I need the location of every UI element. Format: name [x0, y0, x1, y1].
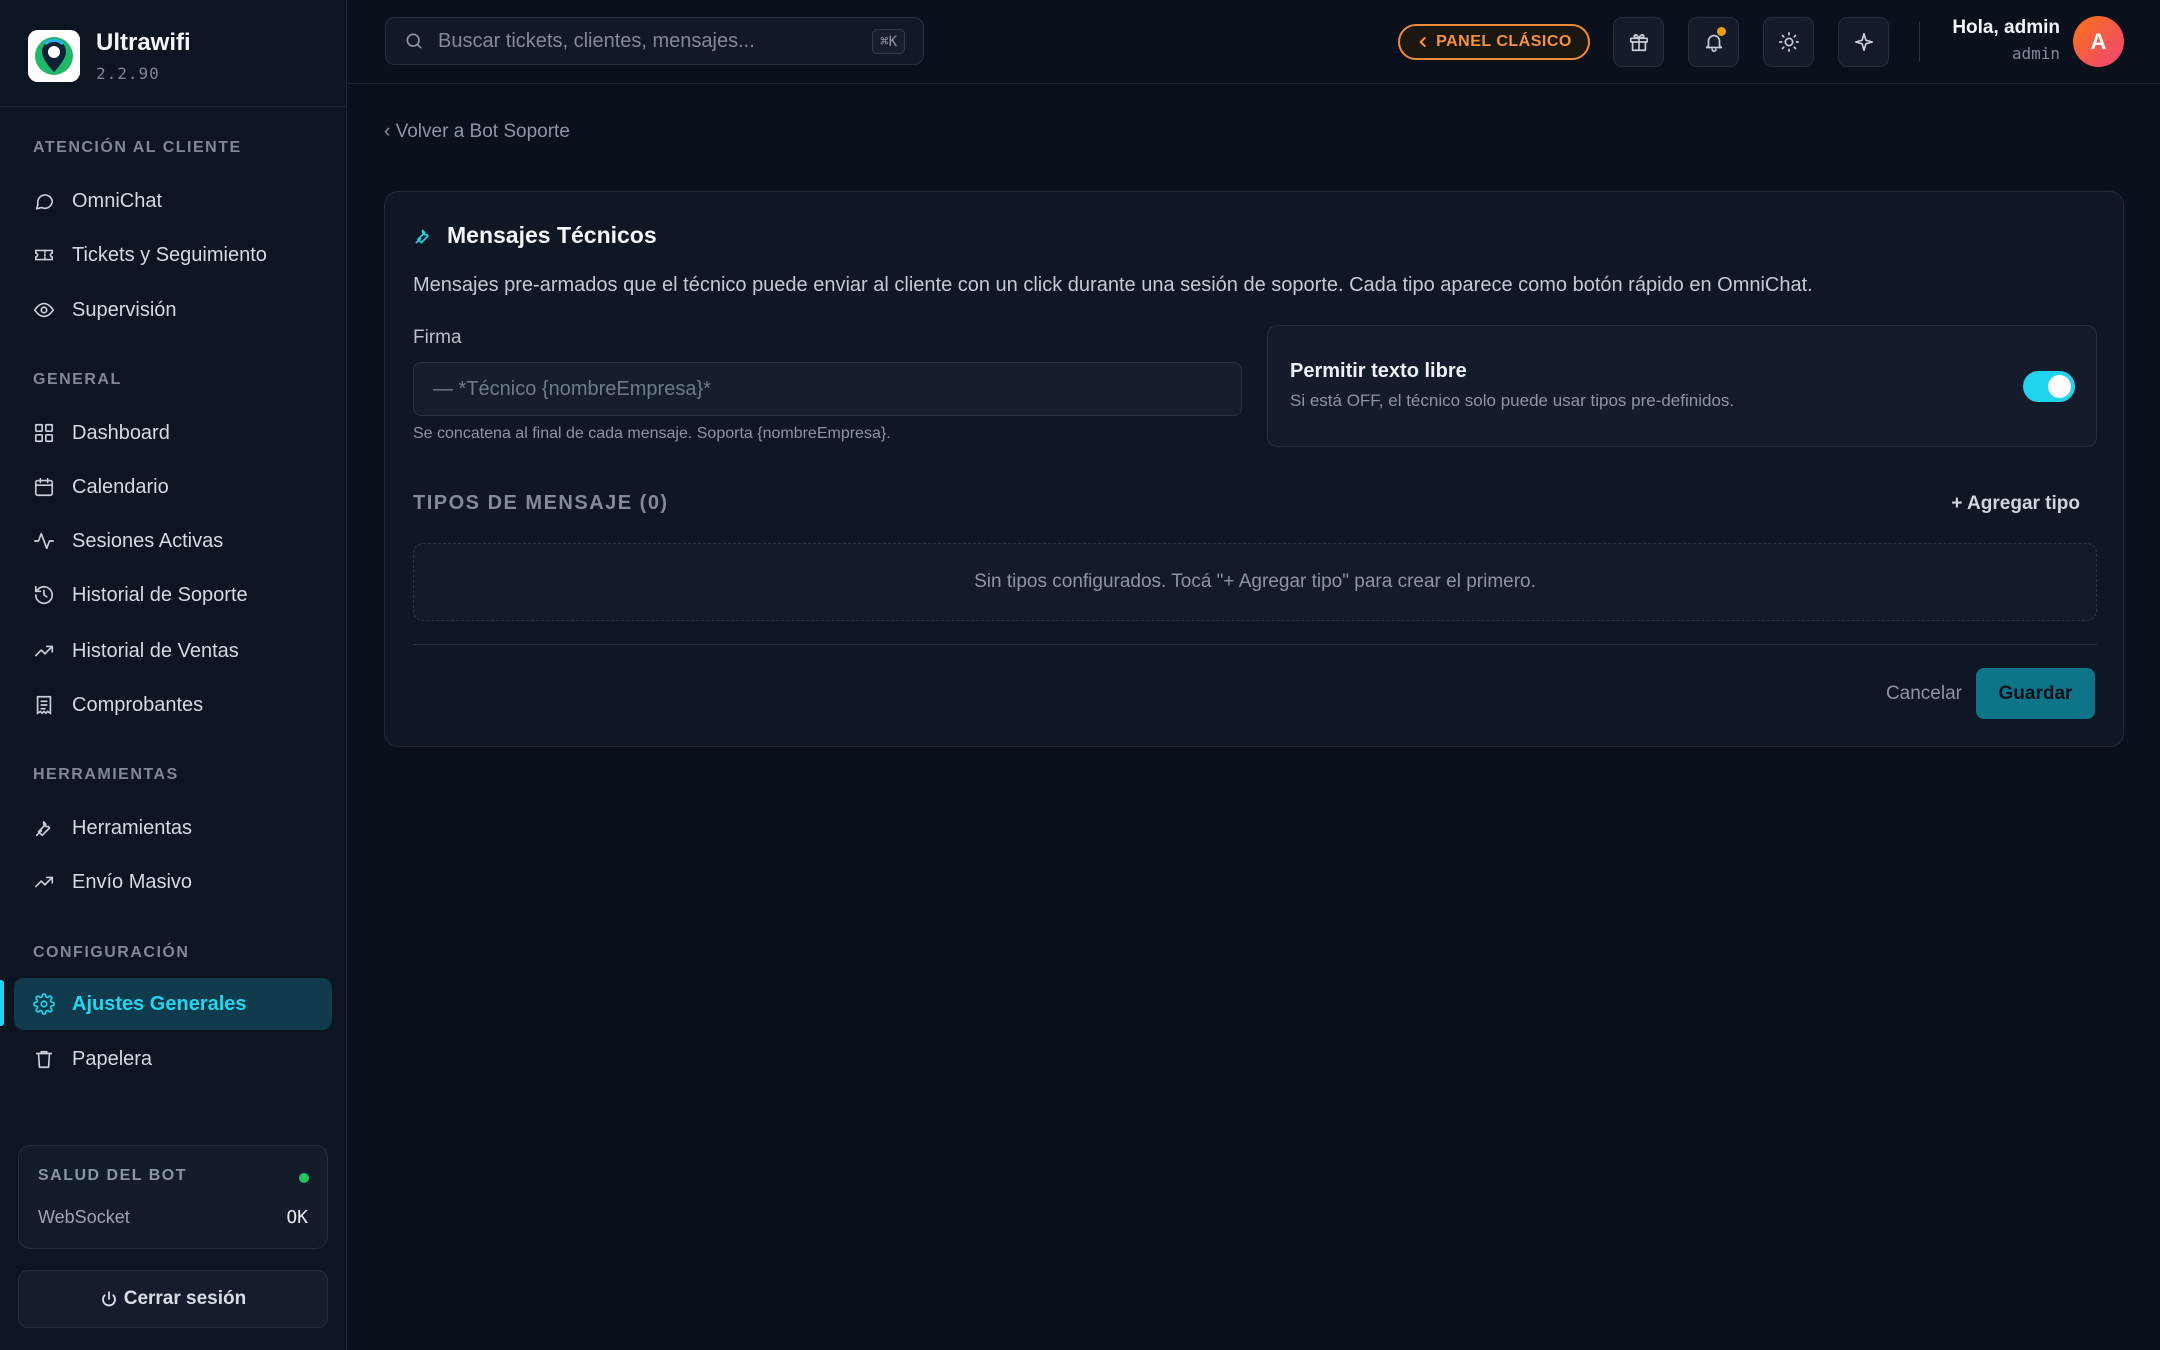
notification-dot — [1717, 27, 1726, 36]
wrench-icon — [415, 229, 429, 243]
sidebar-item-label: OmniChat — [72, 189, 163, 212]
ticket-icon — [34, 249, 54, 261]
active-indicator — [0, 980, 4, 1026]
notifications-button[interactable] — [1688, 17, 1739, 67]
back-link[interactable]: ‹ Volver a Bot Soporte — [384, 121, 570, 143]
sidebar-item-tickets[interactable]: Tickets y Seguimiento — [14, 229, 332, 281]
search-box[interactable]: ⌘K — [385, 17, 924, 65]
card-divider — [413, 644, 2097, 645]
gear-icon — [33, 993, 55, 1015]
sidebar-item-label: Dashboard — [72, 421, 170, 444]
logout-label: Cerrar sesión — [123, 1288, 247, 1309]
sidebar-item-envio-masivo[interactable]: Envío Masivo — [14, 856, 332, 908]
grid-icon — [34, 423, 54, 443]
signature-hint: Se concatena al final de cada mensaje. S… — [413, 425, 891, 442]
brand-header: Ultrawifi 2.2.90 — [0, 0, 346, 107]
sidebar-item-dashboard[interactable]: Dashboard — [14, 407, 332, 459]
chat-bubble-icon — [35, 194, 54, 210]
sidebar-item-label: Calendario — [72, 475, 169, 498]
sidebar-item-label: Ajustes Generales — [72, 992, 247, 1015]
sidebar-item-label: Supervisión — [72, 298, 177, 321]
brand-name: Ultrawifi — [96, 29, 191, 56]
websocket-label: WebSocket — [38, 1207, 130, 1227]
eye-icon — [34, 302, 54, 318]
sparkle-icon — [1854, 32, 1873, 52]
topbar-divider — [1919, 22, 1920, 62]
card-title-text: Mensajes Técnicos — [447, 222, 657, 248]
calendar-icon — [34, 477, 54, 497]
bot-health-panel: SALUD DEL BOT WebSocket OK — [18, 1145, 328, 1249]
add-type-button[interactable]: + Agregar tipo — [1951, 493, 2080, 515]
sidebar-item-label: Historial de Soporte — [72, 583, 248, 606]
section-title-configuracion: CONFIGURACIÓN — [33, 944, 190, 961]
sidebar-item-label: Herramientas — [72, 816, 193, 839]
sidebar-item-omnichat[interactable]: OmniChat — [14, 175, 332, 227]
user-greeting[interactable]: Hola, admin admin — [1952, 17, 2060, 63]
sidebar-item-herramientas[interactable]: Herramientas — [14, 802, 332, 854]
sun-icon — [1778, 32, 1799, 52]
sidebar-item-calendario[interactable]: Calendario — [14, 461, 332, 513]
free-text-title: Permitir texto libre — [1290, 360, 1467, 382]
ai-assistant-button[interactable] — [1838, 17, 1889, 67]
user-role: admin — [2011, 44, 2060, 63]
power-icon — [101, 1291, 116, 1307]
sidebar-item-historial-soporte[interactable]: Historial de Soporte — [14, 569, 332, 621]
bot-health-title: SALUD DEL BOT — [38, 1167, 187, 1184]
classic-panel-label: PANEL CLÁSICO — [1436, 33, 1572, 50]
classic-panel-button[interactable]: PANEL CLÁSICO — [1398, 24, 1590, 60]
receipt-icon — [36, 695, 52, 715]
gift-icon — [1629, 34, 1648, 52]
sidebar-item-label: Papelera — [72, 1047, 153, 1070]
websocket-status: OK — [286, 1207, 308, 1228]
save-button[interactable]: Guardar — [1976, 668, 2095, 719]
status-dot-icon — [299, 1173, 309, 1183]
section-title-atencion: ATENCIÓN AL CLIENTE — [33, 139, 242, 156]
free-text-toggle[interactable] — [2023, 371, 2075, 402]
cancel-button[interactable]: Cancelar — [1886, 683, 1962, 705]
gift-button[interactable] — [1613, 17, 1664, 67]
free-text-setting: Permitir texto libre Si está OFF, el téc… — [1267, 325, 2097, 447]
trending-up-icon — [34, 876, 54, 888]
section-title-herramientas: HERRAMIENTAS — [33, 766, 179, 783]
signature-label: Firma — [413, 327, 462, 348]
sidebar-item-sesiones[interactable]: Sesiones Activas — [14, 515, 332, 567]
card-title: Mensajes Técnicos — [413, 222, 657, 249]
search-shortcut: ⌘K — [872, 29, 905, 54]
activity-icon — [34, 532, 54, 550]
trending-up-icon — [34, 645, 54, 657]
sidebar-item-supervision[interactable]: Supervisión — [14, 284, 332, 336]
sidebar: Ultrawifi 2.2.90 ATENCIÓN AL CLIENTE Omn… — [0, 0, 347, 1350]
sidebar-item-label: Tickets y Seguimiento — [72, 243, 267, 266]
free-text-subtitle: Si está OFF, el técnico solo puede usar … — [1290, 391, 1735, 410]
theme-toggle-button[interactable] — [1763, 17, 1814, 67]
tech-messages-card: Mensajes Técnicos Mensajes pre-armados q… — [384, 191, 2124, 747]
sidebar-item-label: Historial de Ventas — [72, 639, 239, 662]
trash-icon — [35, 1050, 53, 1069]
avatar[interactable]: A — [2073, 16, 2124, 67]
greeting-text: Hola, admin — [1952, 17, 2060, 38]
wrench-icon — [35, 821, 51, 837]
sidebar-item-papelera[interactable]: Papelera — [14, 1033, 332, 1085]
sidebar-item-label: Envío Masivo — [72, 870, 193, 893]
topbar: ⌘K PANEL CLÁSICO Hola, admin admin A — [347, 0, 2160, 84]
card-description: Mensajes pre-armados que el técnico pued… — [413, 274, 1813, 296]
signature-input[interactable] — [413, 362, 1242, 416]
sidebar-item-label: Comprobantes — [72, 693, 204, 716]
sidebar-item-label: Sesiones Activas — [72, 529, 224, 552]
ultrawifi-logo-icon[interactable] — [28, 30, 80, 82]
logout-button[interactable]: Cerrar sesión — [18, 1270, 328, 1328]
search-icon — [406, 33, 422, 49]
sidebar-item-comprobantes[interactable]: Comprobantes — [14, 679, 332, 731]
section-title-general: GENERAL — [33, 371, 122, 388]
history-icon — [34, 585, 54, 605]
empty-types-placeholder: Sin tipos configurados. Tocá "+ Agregar … — [413, 543, 2097, 621]
chevron-left-icon — [1419, 36, 1426, 48]
sidebar-item-historial-ventas[interactable]: Historial de Ventas — [14, 625, 332, 677]
sidebar-item-ajustes-generales[interactable]: Ajustes Generales — [14, 978, 332, 1030]
message-types-title: TIPOS DE MENSAJE (0) — [413, 492, 669, 514]
brand-version: 2.2.90 — [96, 64, 160, 83]
search-input[interactable] — [438, 29, 858, 53]
